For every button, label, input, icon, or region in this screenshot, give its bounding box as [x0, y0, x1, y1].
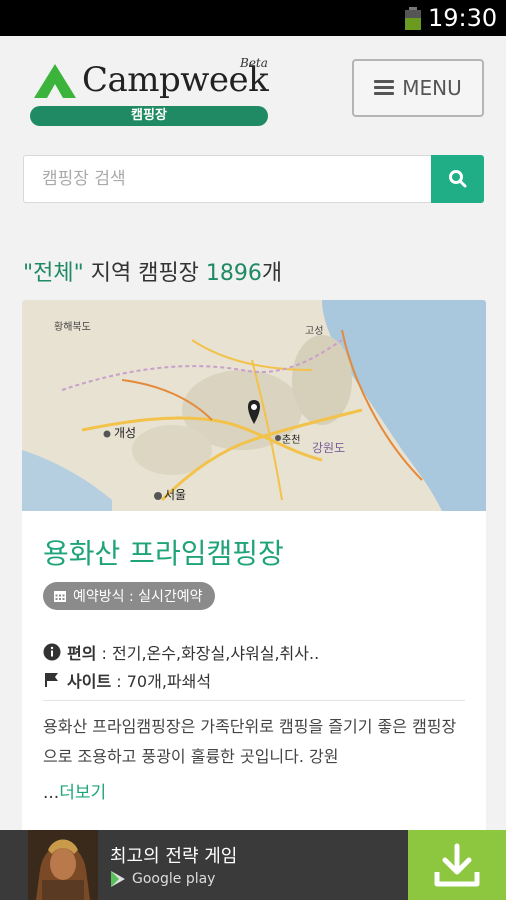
- header: Campweek Beta 캠핑장 MENU: [0, 36, 506, 140]
- hamburger-icon: [374, 80, 395, 96]
- divider: [43, 700, 465, 701]
- campsite-description: 용화산 프라임캠핑장은 가족단위로 캠핑을 즐기기 좋은 캠핑장으로 조용하고 …: [43, 717, 457, 766]
- result-middle-text: 지역 캠핑장: [83, 261, 206, 286]
- ad-banner[interactable]: 최고의 전략 게임 Google play: [0, 830, 506, 900]
- menu-button[interactable]: MENU: [352, 59, 484, 117]
- download-icon: [434, 843, 480, 887]
- status-bar: 19:30: [0, 0, 506, 36]
- logo-beta-label: Beta: [240, 56, 268, 70]
- map-label: 춘천: [282, 434, 300, 446]
- game-character-image: [28, 830, 98, 900]
- download-button[interactable]: [408, 830, 506, 900]
- region-name: 전체: [33, 261, 74, 286]
- tent-logo-icon: [34, 64, 76, 98]
- more-label[interactable]: 더보기: [59, 783, 106, 803]
- map-label: 강원도: [312, 441, 345, 455]
- map-label: 서울: [164, 488, 186, 502]
- map-label: 개성: [114, 426, 136, 440]
- store-label: Google play: [132, 871, 216, 887]
- calendar-icon: [54, 591, 66, 602]
- campsite-card[interactable]: 황해북도 개성 서울 춘천 강원도 고성 용화산 프라임캠핑장 예약방식 : 실…: [22, 300, 486, 840]
- more-ellipsis: ...: [43, 783, 60, 803]
- booking-badge: 예약방식 : 실시간예약: [43, 582, 215, 610]
- ad-title: 최고의 전략 게임: [110, 846, 238, 867]
- map-label: 황해북도: [54, 320, 91, 333]
- status-clock: 19:30: [428, 4, 498, 32]
- play-store-icon: [111, 871, 125, 887]
- result-unit: 개: [261, 261, 283, 286]
- battery-icon: [405, 7, 421, 30]
- logo-subtitle: 캠핑장: [30, 106, 268, 126]
- site-label: 사이트: [67, 672, 112, 691]
- site-row: 사이트 : 70개,파쇄석: [43, 668, 211, 692]
- search-button[interactable]: [431, 155, 484, 203]
- result-count-heading: "전체" 지역 캠핑장 1896개: [23, 255, 282, 287]
- region-open-quote: ": [23, 261, 34, 286]
- booking-method: 예약방식 : 실시간예약: [73, 589, 203, 605]
- google-play-badge: Google play: [110, 870, 215, 888]
- site-value: : 70개,파쇄석: [111, 672, 212, 691]
- region-close-quote: ": [73, 261, 84, 286]
- search-bar: [23, 155, 484, 203]
- campsite-name[interactable]: 용화산 프라임캠핑장: [43, 532, 284, 572]
- flag-icon: [45, 673, 58, 687]
- search-icon: [448, 170, 466, 188]
- info-icon: [43, 643, 61, 661]
- map-label: 고성: [305, 325, 323, 337]
- menu-label: MENU: [402, 76, 462, 100]
- facilities-label: 편의: [67, 644, 97, 663]
- search-input[interactable]: [23, 155, 431, 203]
- facilities-value: : 전기,온수,화장실,샤워실,취사..: [96, 644, 320, 663]
- result-count: 1896: [205, 261, 262, 286]
- facilities-row: 편의 : 전기,온수,화장실,샤워실,취사..: [43, 640, 319, 664]
- map-image[interactable]: 황해북도 개성 서울 춘천 강원도 고성: [22, 300, 486, 511]
- logo[interactable]: Campweek Beta 캠핑장: [30, 56, 270, 128]
- more-link[interactable]: ...더보기: [43, 778, 106, 803]
